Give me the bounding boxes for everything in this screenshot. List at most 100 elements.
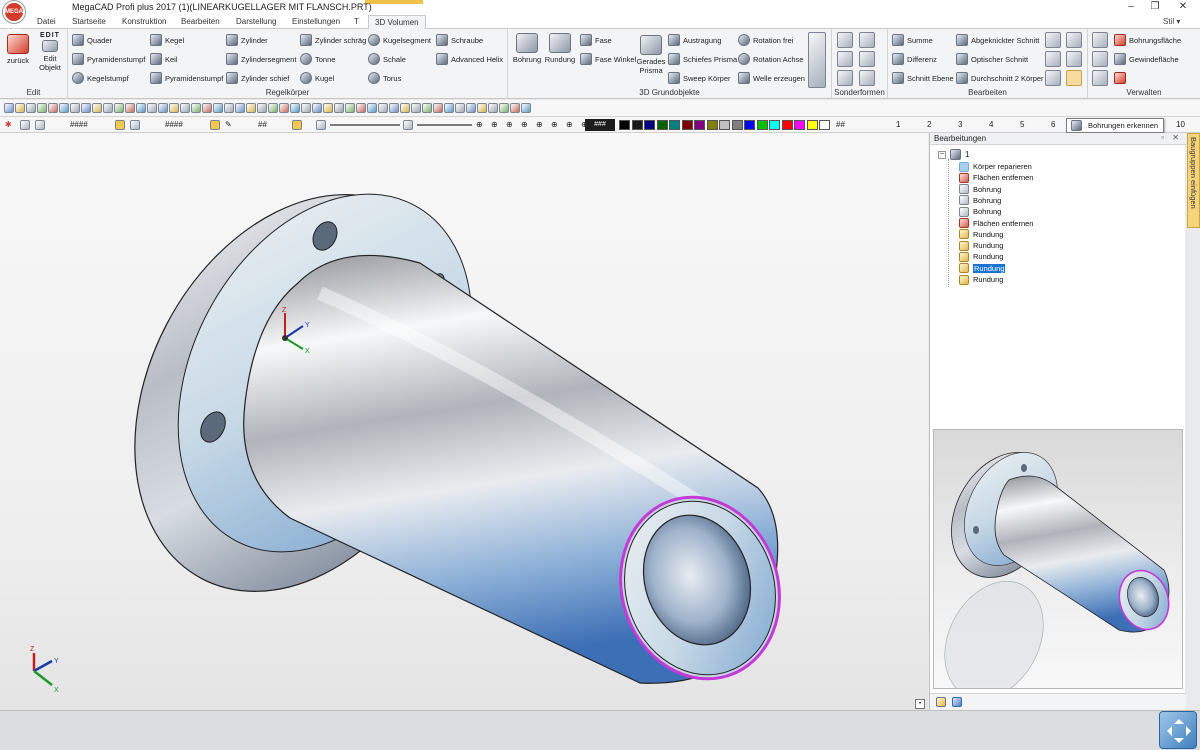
kugelsegment-button[interactable]: Kugelsegment — [368, 32, 431, 48]
kugel-button[interactable]: Kugel — [300, 70, 334, 86]
tree-item[interactable]: Flächen entfernen — [959, 218, 1033, 229]
linetype-slider[interactable] — [330, 124, 400, 126]
layer-icon[interactable] — [20, 120, 30, 130]
quick-tool-33-icon[interactable] — [356, 103, 366, 113]
sonder-icon-5[interactable] — [837, 70, 853, 86]
color-swatch[interactable] — [781, 120, 793, 130]
quick-tool-4-icon[interactable] — [37, 103, 47, 113]
quick-tool-23-icon[interactable] — [246, 103, 256, 113]
app-logo[interactable]: MEGA CAD — [3, 1, 25, 33]
keil-button[interactable]: Keil — [150, 51, 178, 67]
sonder-icon-3[interactable] — [837, 51, 853, 67]
quick-tool-37-icon[interactable] — [400, 103, 410, 113]
quick-tool-38-icon[interactable] — [411, 103, 421, 113]
color-swatch[interactable] — [669, 120, 680, 130]
quick-tool-17-icon[interactable] — [180, 103, 190, 113]
bohrungen-erkennen-button[interactable] — [1066, 70, 1082, 86]
quick-tool-32-icon[interactable] — [345, 103, 355, 113]
tree-item[interactable]: Rundung — [959, 251, 1003, 262]
tab-3d-volumen[interactable]: 3D Volumen — [368, 15, 426, 30]
panel-window-buttons[interactable]: ▫ ✕ — [1161, 133, 1182, 142]
quick-tool-3-icon[interactable] — [26, 103, 36, 113]
operations-tab-icon[interactable] — [936, 697, 946, 707]
layer-6[interactable]: 6 — [1051, 120, 1055, 129]
quick-tool-29-icon[interactable] — [312, 103, 322, 113]
quick-tool-40-icon[interactable] — [433, 103, 443, 113]
summe-button[interactable]: Summe — [892, 32, 933, 48]
quick-tool-35-icon[interactable] — [378, 103, 388, 113]
quick-tool-28-icon[interactable] — [301, 103, 311, 113]
color-swatch[interactable] — [706, 120, 718, 130]
quick-tool-31-icon[interactable] — [334, 103, 344, 113]
gewindeflaeche-button[interactable]: Gewindefläche — [1114, 51, 1179, 67]
zylinder-schraeg-button[interactable]: Zylinder schräg — [300, 32, 366, 48]
welle-erzeugen-button[interactable]: Welle erzeugen — [738, 70, 805, 86]
fase-winkel-button[interactable]: Fase Winkel — [580, 51, 636, 67]
quader-button[interactable]: Quader — [72, 32, 112, 48]
tree-root[interactable]: − 1 — [938, 149, 969, 160]
zylinder-schief-button[interactable]: Zylinder schief — [226, 70, 289, 86]
color-swatch[interactable] — [694, 120, 705, 130]
quick-tool-11-icon[interactable] — [114, 103, 124, 113]
quick-tool-10-icon[interactable] — [103, 103, 113, 113]
quick-tool-30-icon[interactable] — [323, 103, 333, 113]
quick-tool-7-icon[interactable] — [70, 103, 80, 113]
rundung-button[interactable]: Rundung — [544, 33, 576, 64]
verw-icon-2[interactable] — [1092, 51, 1108, 67]
quick-tool-15-icon[interactable] — [158, 103, 168, 113]
sonder-icon-2[interactable] — [859, 32, 875, 48]
pyramidenstumpf2-button[interactable]: Pyramidenstumpf — [150, 70, 223, 86]
quick-tool-43-icon[interactable] — [466, 103, 476, 113]
quick-tool-2-icon[interactable] — [15, 103, 25, 113]
color-swatch[interactable] — [681, 120, 693, 130]
collapse-icon[interactable]: − — [938, 150, 946, 159]
quick-tool-1-icon[interactable] — [4, 103, 14, 113]
tab-startseite[interactable]: Startseite — [72, 17, 106, 26]
field-3[interactable]: ## — [258, 120, 267, 129]
color-swatch[interactable] — [769, 120, 780, 130]
quick-tool-5-icon[interactable] — [48, 103, 58, 113]
quick-tool-25-icon[interactable] — [268, 103, 278, 113]
differenz-button[interactable]: Differenz — [892, 51, 937, 67]
color-swatch[interactable] — [656, 120, 668, 130]
gerades-prisma-button[interactable]: Gerades Prisma — [636, 35, 666, 75]
nav-left-arrow-icon[interactable] — [1162, 726, 1172, 736]
tree-item[interactable]: Bohrung — [959, 206, 1001, 217]
tree-item[interactable]: Rundung — [959, 274, 1003, 285]
kegel-button[interactable]: Kegel — [150, 32, 184, 48]
tonne-button[interactable]: Tonne — [300, 51, 335, 67]
torus-button[interactable]: Torus — [368, 70, 401, 86]
verw-icon-1[interactable] — [1092, 32, 1108, 48]
minimize-button[interactable]: – — [1124, 1, 1138, 13]
linewidth-slider[interactable] — [417, 124, 472, 126]
tree-item[interactable]: Bohrung — [959, 195, 1001, 206]
nav-down-arrow-icon[interactable] — [1174, 738, 1184, 748]
nav-up-arrow-icon[interactable] — [1174, 714, 1184, 724]
quick-tool-36-icon[interactable] — [389, 103, 399, 113]
bearb-icon-2[interactable] — [1066, 32, 1082, 48]
durchschnitt-button[interactable]: Durchschnitt 2 Körper — [956, 70, 1044, 86]
color-swatch[interactable] — [631, 120, 643, 130]
layer-5[interactable]: 5 — [1020, 120, 1024, 129]
quick-tool-20-icon[interactable] — [213, 103, 223, 113]
color-swatch[interactable] — [794, 120, 805, 130]
quick-tool-24-icon[interactable] — [257, 103, 267, 113]
bearb-icon-3[interactable] — [1045, 51, 1061, 67]
tree-item[interactable]: Rundung — [959, 240, 1003, 251]
bearb-icon-5[interactable] — [1045, 70, 1061, 86]
insert-assemblies-tab[interactable]: Baugruppen einfügen — [1187, 133, 1200, 228]
tab-einstellungen[interactable]: Einstellungen — [292, 17, 340, 26]
edit-object-button[interactable]: EDIT Edit Objekt — [36, 31, 64, 72]
color-field[interactable]: ### — [585, 119, 615, 131]
schiefes-prisma-button[interactable]: Schiefes Prisma — [668, 51, 737, 67]
quick-tool-14-icon[interactable] — [147, 103, 157, 113]
bohrung-button[interactable]: Bohrung — [512, 33, 542, 64]
color-swatch[interactable] — [756, 120, 768, 130]
quick-tool-47-icon[interactable] — [510, 103, 520, 113]
sonder-icon-4[interactable] — [859, 51, 875, 67]
bearb-icon-4[interactable] — [1066, 51, 1082, 67]
viewport-corner-icon[interactable]: • — [915, 699, 925, 709]
structure-tab-icon[interactable] — [952, 697, 962, 707]
field-1[interactable]: #### — [70, 120, 88, 129]
advanced-helix-button[interactable]: Advanced Helix — [436, 51, 503, 67]
